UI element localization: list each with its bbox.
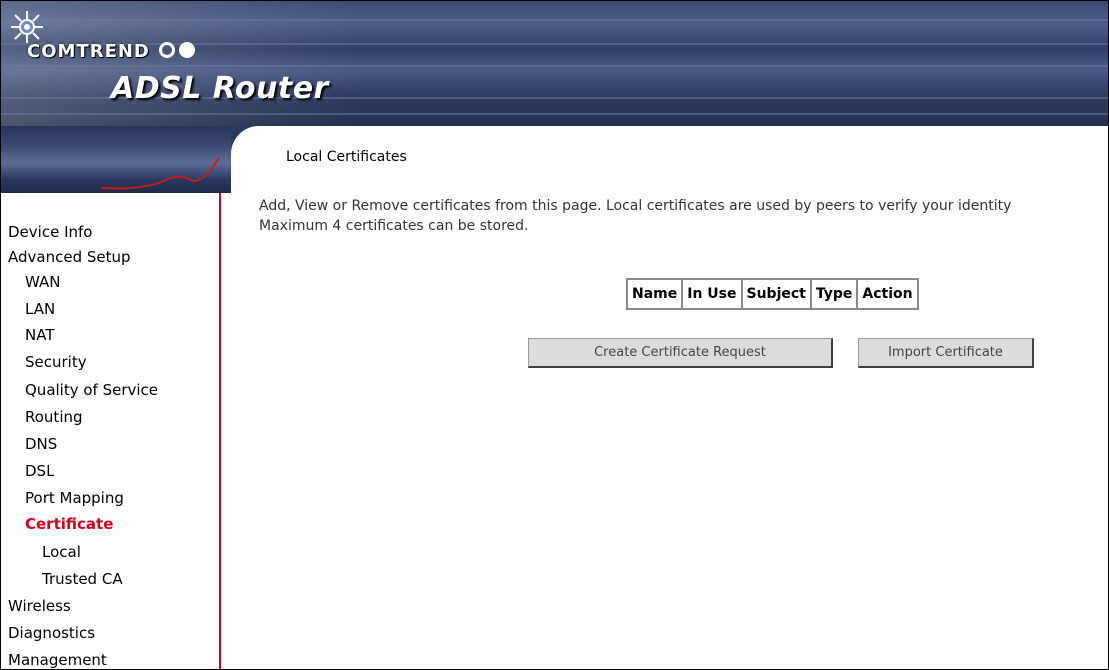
column-header-action: Action <box>857 279 918 309</box>
brand-logo-text: COMTREND <box>27 41 150 62</box>
sidebar-item-certificate[interactable]: Certificate <box>25 515 113 533</box>
sidebar-nav: Device Info Advanced Setup WAN LAN NAT S… <box>1 193 221 669</box>
sidebar-item-management[interactable]: Management <box>8 651 107 669</box>
sidebar-item-nat[interactable]: NAT <box>25 326 54 344</box>
sidebar-item-quality-of-service[interactable]: Quality of Service <box>25 381 158 399</box>
certificates-table: Name In Use Subject Type Action <box>626 278 919 310</box>
sidebar-item-security[interactable]: Security <box>25 353 87 371</box>
sidebar-item-advanced-setup[interactable]: Advanced Setup <box>8 248 131 266</box>
create-certificate-request-button[interactable]: Create Certificate Request <box>528 338 833 368</box>
sidebar-item-wireless[interactable]: Wireless <box>8 597 71 615</box>
column-header-subject: Subject <box>741 279 811 309</box>
column-header-in-use: In Use <box>682 279 742 309</box>
sidebar-item-routing[interactable]: Routing <box>25 408 83 426</box>
sidebar-item-lan[interactable]: LAN <box>25 300 55 318</box>
product-title: ADSL Router <box>111 71 329 106</box>
sidebar-item-diagnostics[interactable]: Diagnostics <box>8 624 95 642</box>
import-certificate-button[interactable]: Import Certificate <box>858 338 1034 368</box>
column-header-name: Name <box>627 279 683 309</box>
sidebar-item-dns[interactable]: DNS <box>25 435 57 453</box>
router-window: COMTREND ADSL Router Device Info Advance… <box>0 0 1109 670</box>
sidebar-item-local[interactable]: Local <box>42 543 81 561</box>
column-header-type: Type <box>810 279 858 309</box>
header-left-band <box>1 126 231 193</box>
header-banner: COMTREND ADSL Router <box>1 1 1108 126</box>
page-title: Local Certificates <box>286 149 407 165</box>
sidebar-item-port-mapping[interactable]: Port Mapping <box>25 489 124 507</box>
page-description: Add, View or Remove certificates from th… <box>259 196 1108 236</box>
description-line-1: Add, View or Remove certificates from th… <box>259 198 1012 214</box>
swoosh-graphic <box>101 157 220 190</box>
description-line-2: Maximum 4 certificates can be stored. <box>259 218 529 234</box>
sidebar-item-wan[interactable]: WAN <box>25 273 61 291</box>
table-header-row: Name In Use Subject Type Action <box>627 279 918 309</box>
brand-circles <box>159 42 199 62</box>
sidebar-item-dsl[interactable]: DSL <box>25 462 54 480</box>
sidebar-item-trusted-ca[interactable]: Trusted CA <box>42 570 123 588</box>
sidebar-item-device-info[interactable]: Device Info <box>8 223 92 241</box>
